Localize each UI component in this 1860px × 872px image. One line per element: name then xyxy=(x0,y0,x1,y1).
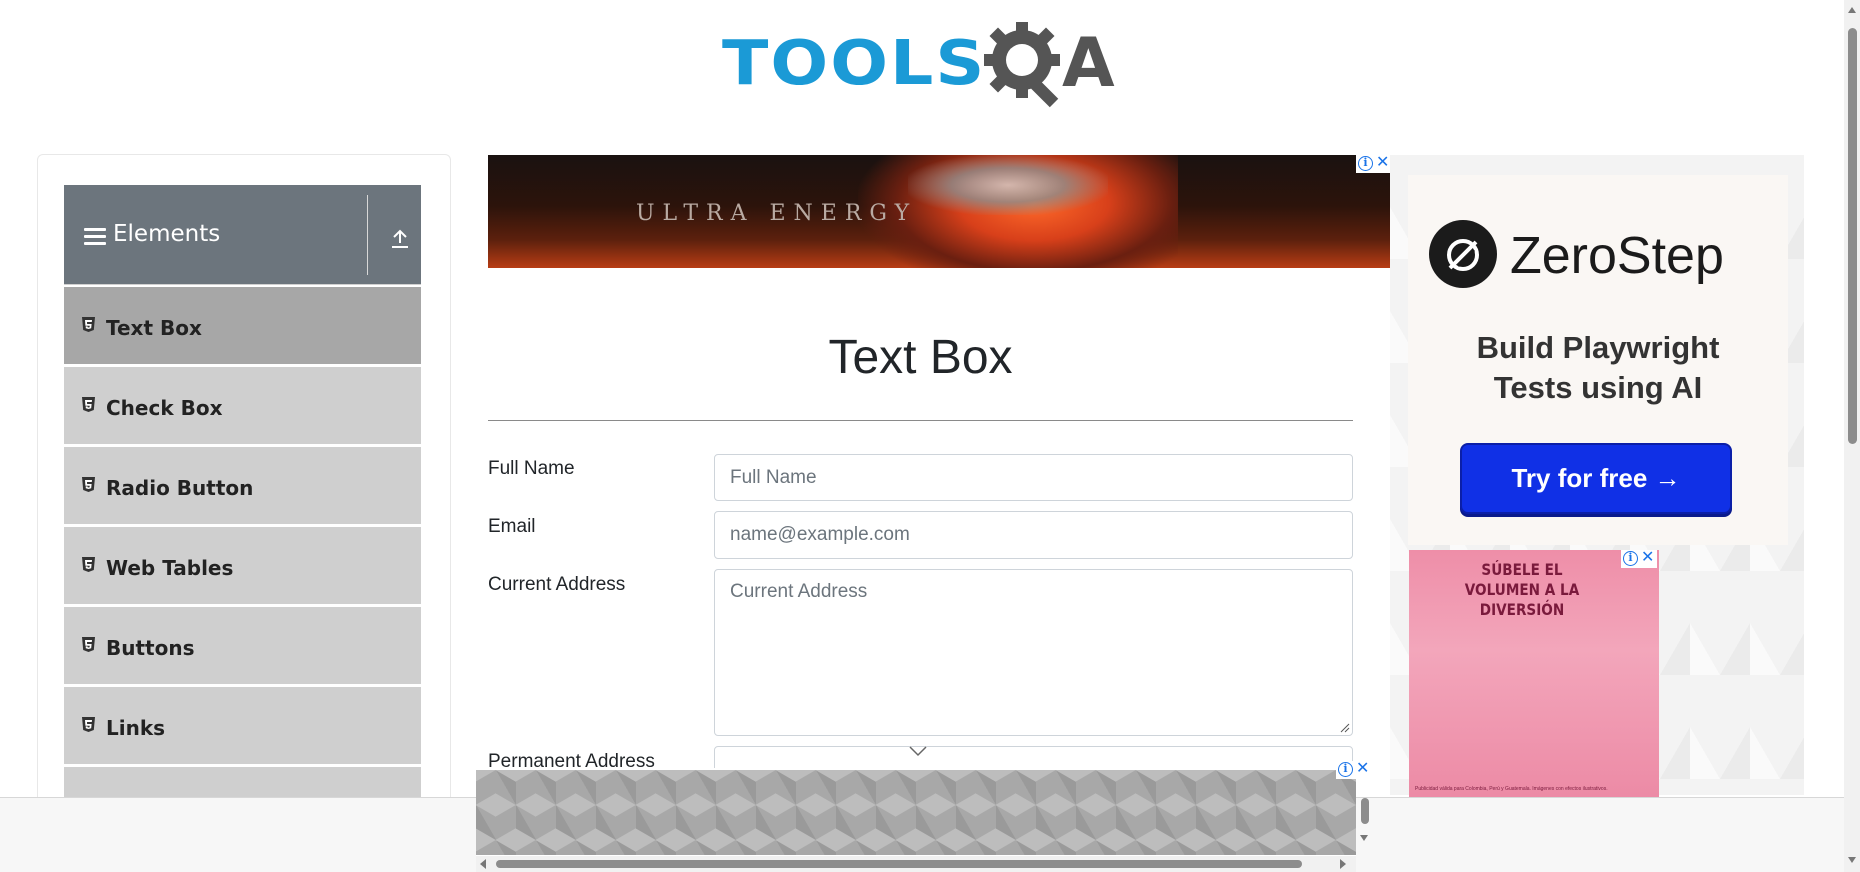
chevron-down-icon[interactable] xyxy=(908,745,928,757)
ad-tagline: ULTRA ENERGY xyxy=(636,201,918,226)
logo-text: TOOLS xyxy=(722,28,987,100)
full-name-placeholder: Full Name xyxy=(730,466,817,488)
close-icon[interactable]: ✕ xyxy=(1376,154,1389,172)
sidebar-item-label: Buttons xyxy=(106,636,195,660)
close-icon[interactable]: ✕ xyxy=(1356,760,1369,778)
ad-choices-badge-pink[interactable]: i ✕ xyxy=(1621,549,1657,568)
zerostep-tagline-line1: Build Playwright xyxy=(1476,330,1720,365)
sidebar-item-check-box[interactable]: Check Box xyxy=(64,366,421,445)
info-icon[interactable]: i xyxy=(1338,762,1353,777)
sidebar-item-label: Check Box xyxy=(106,396,223,420)
page-title: Text Box xyxy=(828,331,1013,384)
ad-vertical-scroll-thumb[interactable] xyxy=(1361,798,1369,824)
email-label: Email xyxy=(488,516,536,537)
full-name-label: Full Name xyxy=(488,458,575,479)
info-icon[interactable]: i xyxy=(1623,551,1638,566)
bottom-sticky-ad[interactable] xyxy=(476,768,1369,872)
sidebar-item-web-tables[interactable]: Web Tables xyxy=(64,526,421,605)
sidebar-item-links[interactable]: Links xyxy=(64,686,421,765)
html5-icon xyxy=(82,317,95,332)
current-address-placeholder: Current Address xyxy=(730,581,868,602)
pink-ad-fine-print: Publicidad válida para Colombia, Perú y … xyxy=(1415,786,1608,792)
scroll-down-arrow-icon[interactable] xyxy=(1847,856,1857,864)
current-address-label: Current Address xyxy=(488,574,626,595)
page-scroll-thumb[interactable] xyxy=(1848,28,1857,444)
sidebar-item-buttons[interactable]: Buttons xyxy=(64,606,421,685)
html5-icon xyxy=(82,717,95,732)
html5-icon xyxy=(82,557,95,572)
header-divider xyxy=(367,195,368,275)
elements-group-header[interactable]: Elements xyxy=(64,185,421,285)
top-banner-ad[interactable]: ULTRA ENERGY xyxy=(488,155,1391,268)
collapse-upload-icon[interactable] xyxy=(390,227,410,249)
sidebar-item-label: Links xyxy=(106,716,166,740)
html5-icon xyxy=(82,397,95,412)
current-address-textarea[interactable]: Current Address xyxy=(714,569,1353,736)
zerostep-logo-mark-icon xyxy=(1447,239,1479,271)
info-icon[interactable]: i xyxy=(1358,156,1373,171)
zerostep-brand: ZeroStep xyxy=(1510,227,1724,285)
email-input[interactable]: name@example.com xyxy=(714,511,1353,559)
ad-choices-badge[interactable]: i ✕ xyxy=(1356,154,1392,173)
full-name-input[interactable]: Full Name xyxy=(714,454,1353,501)
ad-choices-badge-bottom[interactable]: i ✕ xyxy=(1336,760,1372,779)
scroll-right-arrow-icon[interactable] xyxy=(1338,858,1348,870)
toolsqa-logo[interactable]: TOOLS A xyxy=(722,18,1122,114)
html5-icon xyxy=(82,477,95,492)
scroll-left-arrow-icon[interactable] xyxy=(478,858,488,870)
sidebar-item-label: Text Box xyxy=(106,316,202,340)
html5-icon xyxy=(82,637,95,652)
scroll-down-arrow-icon[interactable] xyxy=(1359,832,1369,844)
sidebar-item-text-box[interactable]: Text Box xyxy=(64,286,421,365)
ad-horizontal-scroll-thumb[interactable] xyxy=(496,860,1302,868)
scroll-up-arrow-icon[interactable] xyxy=(1847,6,1857,14)
gear-magnifier-icon xyxy=(984,22,1060,108)
resize-grip-icon[interactable] xyxy=(1340,723,1350,733)
logo-text-a: A xyxy=(1062,24,1115,103)
sidebar-item-radio-button[interactable]: Radio Button xyxy=(64,446,421,525)
group-title: Elements xyxy=(113,221,221,247)
sidebar-item-label: Radio Button xyxy=(106,476,254,500)
pink-ad[interactable]: SÚBELE EL VOLUMEN A LA DIVERSIÓN Publici… xyxy=(1409,550,1659,800)
sidebar-item-label: Web Tables xyxy=(106,556,234,580)
bottom-ad-image xyxy=(476,770,1356,855)
pink-ad-headline: SÚBELE EL VOLUMEN A LA DIVERSIÓN xyxy=(1464,560,1580,619)
shoe-highlight xyxy=(908,155,1108,215)
try-for-free-button[interactable]: Try for free → xyxy=(1460,443,1732,514)
email-placeholder: name@example.com xyxy=(730,524,910,545)
page-vertical-scrollbar[interactable] xyxy=(1844,0,1860,872)
page: TOOLS A Elements Text Box Check Box Radi… xyxy=(0,0,1860,872)
zerostep-tagline: Build Playwright Tests using AI xyxy=(1408,328,1788,408)
zerostep-tagline-line2: Tests using AI xyxy=(1493,370,1703,405)
hamburger-icon xyxy=(84,228,106,246)
title-divider xyxy=(488,420,1353,421)
close-icon[interactable]: ✕ xyxy=(1641,549,1654,567)
